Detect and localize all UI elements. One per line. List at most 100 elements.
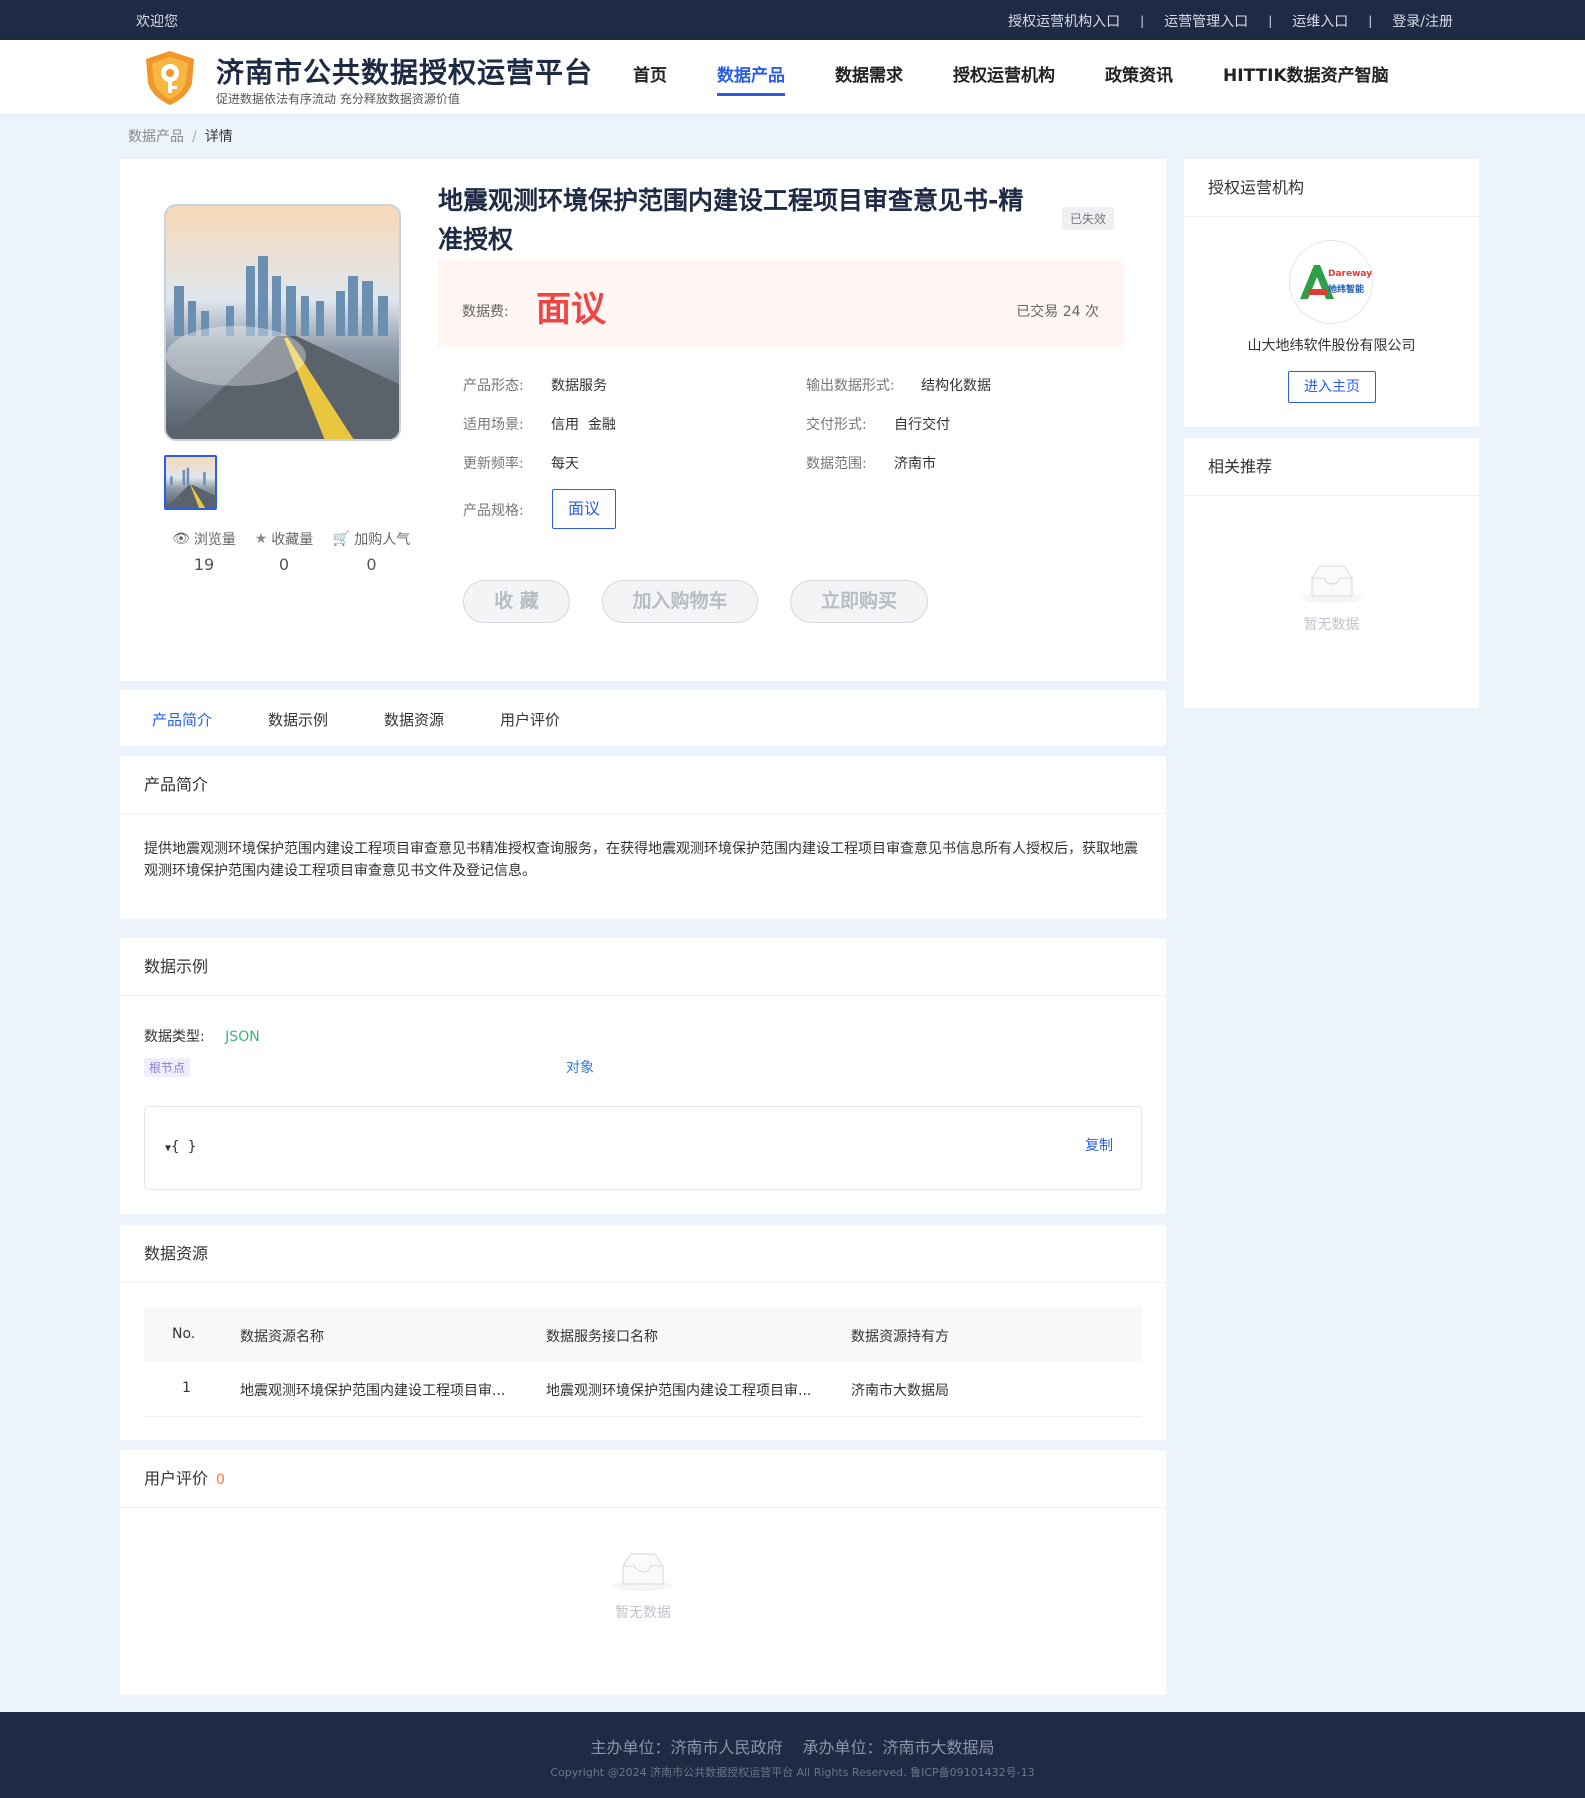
related-empty: 暂无数据 [1184, 564, 1479, 634]
attr-range: 数据范围: 济南市 [806, 453, 936, 473]
org-logo-text: Dareway [1328, 269, 1373, 279]
footer-organizer: 承办单位：济南市大数据局 [802, 1738, 995, 1757]
example-title: 数据示例 [120, 938, 1166, 996]
top-bar: 欢迎您 授权运营机构入口 | 运营管理入口 | 运维入口 | 登录/注册 [0, 0, 1585, 40]
reviews-title: 用户评价 [144, 1469, 209, 1488]
reviews-empty-text: 暂无数据 [615, 1605, 671, 1621]
breadcrumb-current: 详情 [204, 129, 233, 145]
separator: | [1268, 14, 1273, 28]
stat-favorites: ★ 收藏量 0 [244, 529, 324, 574]
tab-reviews[interactable]: 用户评价 [500, 709, 560, 730]
product-title: 地震观测环境保护范围内建设工程项目审查意见书-精准授权 [438, 186, 1024, 254]
table-cell: 1 [182, 1380, 191, 1396]
product-stats: 👁 浏览量 19 ★ 收藏量 0 🛒 加购人气 0 [164, 529, 419, 574]
table-row: 1 地震观测环境保护范围内建设工程项目审... 地震观测环境保护范围内建设工程项… [144, 1362, 1142, 1417]
buy-now-button[interactable]: 立即购买 [790, 580, 928, 623]
org-logo-subtext: 地纬智能 [1328, 285, 1365, 295]
tab-example[interactable]: 数据示例 [268, 709, 328, 730]
related-empty-text: 暂无数据 [1303, 617, 1360, 633]
nav-policy-news[interactable]: 政策资讯 [1105, 40, 1173, 114]
product-card: 👁 浏览量 19 ★ 收藏量 0 🛒 加购人气 0 地震观测环境保护范围内建设工程项目… [120, 159, 1166, 681]
attr-label: 输出数据形式: [806, 378, 895, 394]
detail-tabs: 产品简介 数据示例 数据资源 用户评价 [120, 690, 1166, 746]
org-homepage-button[interactable]: 进入主页 [1288, 371, 1376, 403]
reviews-empty: 暂无数据 [120, 1552, 1166, 1622]
intro-text: 提供地震观测环境保护范围内建设工程项目审查意见书精准授权查询服务，在获得地震观测… [144, 841, 1138, 879]
cart-icon: 🛒 [332, 531, 351, 547]
cart-count: 0 [366, 555, 377, 574]
attr-label: 产品规格: [463, 503, 524, 519]
separator: | [1140, 14, 1145, 28]
welcome-text: 欢迎您 [136, 14, 178, 30]
price-value: 面议 [536, 290, 607, 330]
breadcrumb-separator: / [192, 129, 197, 145]
org-logo: Dareway 地纬智能 [1289, 240, 1373, 324]
attr-value: 每天 [551, 456, 579, 472]
footer-sponsor: 主办单位：济南市人民政府 [590, 1738, 783, 1757]
cart-label: 加购人气 [354, 532, 411, 548]
data-type-label: 数据类型: [144, 1029, 205, 1045]
root-node-type: 对象 [566, 1060, 594, 1076]
platform-logo[interactable] [142, 49, 198, 107]
favorite-button[interactable]: 收 藏 [463, 580, 570, 623]
reviews-header: 用户评价 0 [120, 1450, 1166, 1508]
attr-value: 济南市 [894, 456, 936, 472]
maintenance-link[interactable]: 运维入口 [1292, 11, 1348, 31]
attr-delivery: 交付形式: 自行交付 [806, 414, 950, 434]
table-cell: 地震观测环境保护范围内建设工程项目审... [546, 1383, 812, 1399]
attr-label: 交付形式: [806, 417, 867, 433]
related-title: 相关推荐 [1184, 438, 1479, 496]
table-header: No. 数据资源名称 数据服务接口名称 数据资源持有方 [144, 1307, 1142, 1362]
attr-value: 自行交付 [894, 417, 950, 433]
login-register-link[interactable]: 登录/注册 [1392, 11, 1453, 31]
add-to-cart-button[interactable]: 加入购物车 [602, 580, 758, 623]
attr-scene: 适用场景: 信用 金融 [463, 414, 616, 434]
copy-button[interactable]: 复制 [1085, 1135, 1113, 1155]
star-icon: ★ [254, 531, 268, 547]
nav-data-products[interactable]: 数据产品 [717, 40, 785, 114]
json-code[interactable]: ▼{ } [165, 1139, 196, 1155]
ops-management-link[interactable]: 运营管理入口 [1164, 11, 1248, 31]
product-image [164, 204, 401, 441]
attr-label: 更新频率: [463, 456, 524, 472]
nav-authorized-orgs[interactable]: 授权运营机构 [953, 40, 1055, 114]
tab-resources[interactable]: 数据资源 [384, 709, 444, 730]
empty-box-icon [1301, 565, 1362, 603]
views-count: 19 [193, 555, 215, 574]
attr-label: 数据范围: [806, 456, 867, 472]
product-thumbnail[interactable] [164, 455, 217, 510]
stat-views: 👁 浏览量 19 [164, 529, 244, 574]
city-road-image [166, 256, 399, 439]
nav-data-demand[interactable]: 数据需求 [835, 40, 903, 114]
separator: | [1368, 14, 1373, 28]
price-box: 数据费: 面议 已交易 24 次 [438, 259, 1123, 347]
price-label: 数据费: [462, 304, 509, 320]
attr-output: 输出数据形式: 结构化数据 [806, 375, 991, 395]
footer-copyright: Copyright @2024 济南市公共数据授权运营平台 All Rights… [550, 1766, 1035, 1779]
trade-count: 已交易 24 次 [1016, 304, 1099, 320]
spec-option-button[interactable]: 面议 [552, 489, 616, 529]
breadcrumb: 数据产品 / 详情 [128, 126, 233, 146]
site-header: 济南市公共数据授权运营平台 促进数据依法有序流动 充分释放数据资源价值 首页 数… [0, 40, 1585, 114]
column-header: 数据服务接口名称 [546, 1329, 658, 1345]
org-card: 授权运营机构 Dareway 地纬智能 山大地纬软件股份有限公司 进入主页 [1184, 159, 1479, 427]
root-node-tag: 根节点 [144, 1058, 191, 1077]
resources-section: 数据资源 No. 数据资源名称 数据服务接口名称 数据资源持有方 1 地震观测环… [120, 1225, 1166, 1440]
json-viewer: ▼{ } 复制 [144, 1106, 1142, 1190]
attr-label: 适用场景: [463, 417, 524, 433]
shield-key-icon [146, 51, 194, 105]
tab-intro[interactable]: 产品简介 [152, 709, 212, 730]
table-cell: 地震观测环境保护范围内建设工程项目审... [240, 1383, 506, 1399]
intro-title: 产品简介 [120, 756, 1166, 814]
table-cell: 济南市大数据局 [851, 1383, 949, 1399]
views-label: 浏览量 [193, 532, 236, 548]
top-links: 授权运营机构入口 | 运营管理入口 | 运维入口 | 登录/注册 [1008, 11, 1453, 31]
org-entry-link[interactable]: 授权运营机构入口 [1008, 11, 1120, 31]
attr-value: 信用 金融 [551, 417, 616, 433]
nav-home[interactable]: 首页 [633, 40, 667, 114]
breadcrumb-parent[interactable]: 数据产品 [128, 129, 184, 145]
reviews-count: 0 [216, 1472, 225, 1488]
org-card-title: 授权运营机构 [1184, 159, 1479, 217]
nav-hittik[interactable]: HITTIK数据资产智脑 [1223, 40, 1389, 114]
attr-frequency: 更新频率: 每天 [463, 453, 579, 473]
